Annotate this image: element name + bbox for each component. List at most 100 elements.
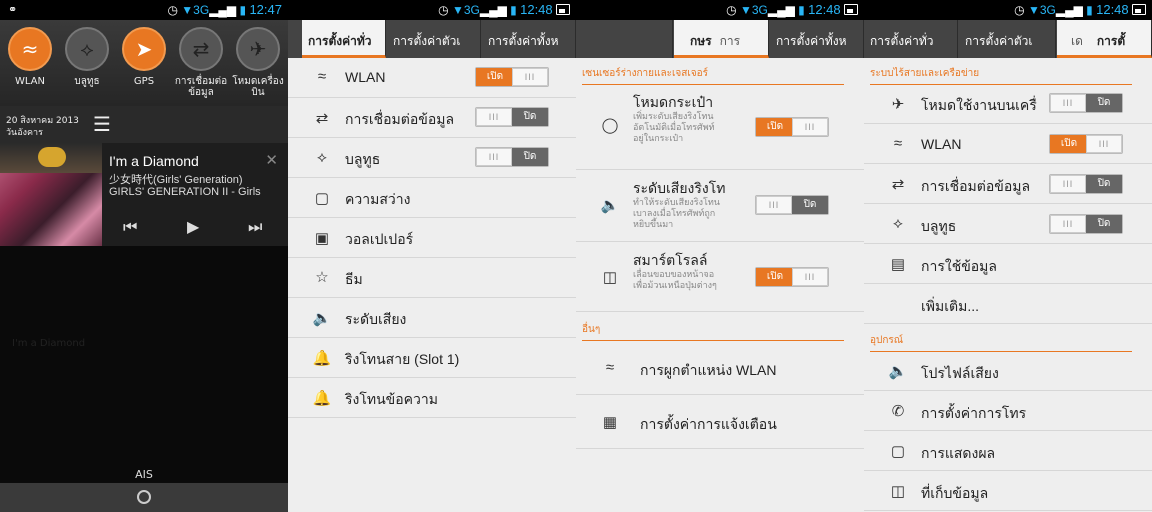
settings-row-wlan-location[interactable]: ≈ การผูกตำแหน่ง WLAN (576, 341, 864, 395)
battery-icon: ▮ (798, 3, 805, 17)
signal-icon: ▂▄▆ (209, 3, 237, 17)
settings-row-brightness[interactable]: ▢ ความสว่าง (288, 178, 576, 218)
settings-row-display[interactable]: ▢ การแสดงผล (864, 431, 1152, 471)
next-icon[interactable]: ⏭ (248, 217, 262, 237)
home-circle-icon[interactable] (137, 490, 151, 504)
clock: 12:48 (808, 2, 841, 17)
qs-label-gps: GPS (133, 76, 155, 87)
notification-settings-icon: ▦ (602, 414, 618, 431)
date-bar: 20 สิงหาคม 2013 วันอังคาร ☰ (0, 106, 288, 143)
settings-row-ringer-volume[interactable]: 🔈 ระดับเสียงริงโท ทำให้ระดับเสียงริงโทนเ… (576, 170, 864, 242)
alarm-icon: ◷ (726, 3, 737, 17)
qs-label-airplane: โหมดเครื่องบิน (232, 76, 284, 98)
display-icon: ▢ (890, 443, 906, 460)
settings-row-volume[interactable]: 🔈 ระดับเสียง (288, 298, 576, 338)
settings-row-message-tone[interactable]: 🔔 ริงโทนข้อความ (288, 378, 576, 418)
wlan-switch[interactable]: เปิด III (1049, 134, 1123, 154)
play-icon[interactable]: ▶ (187, 217, 199, 236)
settings-row-call-settings[interactable]: ✆ การตั้งค่าการโทร (864, 391, 1152, 431)
wifi-signal-icon: ▼ (181, 3, 194, 17)
settings-row-theme[interactable]: ☆ ธีม (288, 258, 576, 298)
bluetooth-toggle-button[interactable]: ⟡ (65, 27, 109, 71)
settings-row-more[interactable]: เพิ่มเติม... (864, 284, 1152, 324)
wlan-toggle-button[interactable]: ≈ (8, 27, 52, 71)
signal-icon: ▂▄▆ (1055, 3, 1083, 17)
section-header-other: อื่นๆ (582, 322, 844, 341)
settings-row-bluetooth[interactable]: ⟡ บลูทูธ ปิด III (864, 204, 1152, 244)
settings-tabs: กษร การ การตั้งค่าทั้งห (576, 20, 864, 58)
settings-row-notifications[interactable]: ▦ การตั้งค่าการแจ้งเตือน (576, 395, 864, 449)
tab-all[interactable]: การตั้งค่าทั้งห (770, 20, 864, 58)
settings-row-data[interactable]: ⇄ การเชื่อมต่อข้อมูล ปิด III (288, 98, 576, 138)
notification-shade-panel: ⚭ ◷ ▼3G▂▄▆ ▮ 12:47 ≈ WLAN ⟡ บลูทูธ ➤ GPS… (0, 0, 288, 512)
airplane-switch[interactable]: ปิด III (1049, 93, 1123, 113)
settings-row-pocket-mode[interactable]: ◯ โหมดกระเป๋า เพิ่มระดับเสียงริงโทนอัตโน… (576, 84, 864, 170)
settings-row-wlan[interactable]: ≈ WLAN เปิด III (288, 58, 576, 98)
settings-row-wallpaper[interactable]: ▣ วอลเปเปอร์ (288, 218, 576, 258)
tab-general[interactable]: การตั้งค่าทั่ว (302, 20, 386, 58)
battery-icon: ▮ (239, 3, 247, 17)
status-bar: ◷ ▼3G▂▄▆ ▮ 12:48 (864, 0, 1152, 20)
album-art (0, 143, 102, 246)
tab-all[interactable]: การตั้งค่าทั้งห (482, 20, 576, 58)
pocket-mode-switch[interactable]: เปิด III (755, 117, 829, 137)
data-usage-icon: ▤ (890, 256, 906, 273)
tab-general[interactable]: การตั้งค่าทั่ว (864, 20, 958, 58)
settings-row-smart-scroll[interactable]: ◫ สมาร์ตโรลล์ เลื่อนขอบของหน้าจอเพื่อม้ว… (576, 242, 864, 312)
tab-current[interactable]: เด การตั้ (1057, 20, 1152, 58)
brightness-icon: ▢ (314, 190, 330, 207)
volume-icon: 🔈 (312, 310, 332, 327)
background-ghost-text: I'm a Diamond (12, 338, 86, 349)
airplane-icon: ✈ (249, 37, 267, 61)
data-switch[interactable]: ปิด III (1049, 174, 1123, 194)
settings-general-panel: ◷ ▼3G▂▄▆ ▮ 12:48 การตั้งค่าทั่ว การตั้งค… (288, 0, 576, 512)
wlan-location-icon: ≈ (605, 359, 615, 376)
dimmed-background: I'm a Diamond (0, 246, 288, 482)
settings-row-data-usage[interactable]: ▤ การใช้ข้อมูล (864, 244, 1152, 284)
data-connection-icon: ⇄ (192, 37, 210, 61)
close-icon[interactable]: ✕ (265, 151, 278, 169)
section-header-gestures: เซนเซอร์ร่างกายและเจสเจอร์ (582, 66, 844, 85)
message-tone-icon: 🔔 (312, 390, 332, 407)
settings-tabs: การตั้งค่าทั่ว การตั้งค่าตัวเ การตั้งค่า… (288, 20, 576, 58)
settings-row-wlan[interactable]: ≈ WLAN เปิด III (864, 124, 1152, 164)
clock: 12:48 (1096, 2, 1129, 17)
settings-sliders-icon[interactable]: ☰ (93, 112, 111, 136)
shade-handle[interactable] (0, 483, 288, 512)
wlan-switch[interactable]: เปิด III (475, 67, 549, 87)
call-settings-icon: ✆ (891, 403, 905, 420)
music-notification[interactable]: I'm a Diamond 少女時代(Girls' Generation) GI… (0, 143, 288, 246)
settings-all-panel: ◷ ▼3G▂▄▆ ▮ 12:48 การตั้งค่าทั่ว การตั้งค… (864, 0, 1152, 512)
wifi-icon: ≈ (317, 68, 327, 85)
settings-row-sound-profile[interactable]: 🔈 โปรไฟล์เสียง (864, 351, 1152, 391)
data-connection-icon: ⇄ (315, 110, 329, 127)
qs-label-data: การเชื่อมต่อ ข้อมูล (174, 76, 228, 98)
airplane-toggle-button[interactable]: ✈ (236, 27, 280, 71)
smart-scroll-switch[interactable]: เปิด III (755, 267, 829, 287)
qs-label-bluetooth: บลูทูธ (74, 76, 100, 87)
alarm-icon: ◷ (438, 3, 449, 17)
settings-row-ringtone[interactable]: 🔔 ริงโทนสาย (Slot 1) (288, 338, 576, 378)
tab-personal[interactable]: การตั้งค่าตัวเ (959, 20, 1056, 58)
qs-label-wlan: WLAN (14, 76, 45, 87)
bluetooth-switch[interactable]: ปิด III (1049, 214, 1123, 234)
signal-icon: ▂▄▆ (479, 3, 507, 17)
wifi-signal-icon: ▼ (451, 3, 464, 17)
tab-personal[interactable]: การตั้งค่าตัวเ (387, 20, 481, 58)
previous-icon[interactable]: ⏮ (123, 217, 137, 237)
network-type: 3G (193, 3, 210, 17)
settings-row-data[interactable]: ⇄ การเชื่อมต่อข้อมูล ปิด III (864, 164, 1152, 204)
tab-current[interactable]: กษร การ (674, 20, 769, 58)
smart-scroll-icon: ◫ (602, 269, 618, 286)
ringer-volume-switch[interactable]: ปิด III (755, 195, 829, 215)
settings-row-airplane[interactable]: ✈ โหมดใช้งานบนเครื่ ปิด III (864, 84, 1152, 124)
data-connection-toggle-button[interactable]: ⇄ (179, 27, 223, 71)
gallery-icon (1132, 4, 1146, 15)
ringtone-icon: 🔔 (312, 350, 332, 367)
data-switch[interactable]: ปิด III (475, 107, 549, 127)
settings-row-storage[interactable]: ◫ ที่เก็บข้อมูล (864, 471, 1152, 511)
settings-row-bluetooth[interactable]: ⟡ บลูทูธ ปิด III (288, 138, 576, 178)
gps-toggle-button[interactable]: ➤ (122, 27, 166, 71)
bluetooth-switch[interactable]: ปิด III (475, 147, 549, 167)
wifi-icon: ≈ (893, 135, 903, 152)
